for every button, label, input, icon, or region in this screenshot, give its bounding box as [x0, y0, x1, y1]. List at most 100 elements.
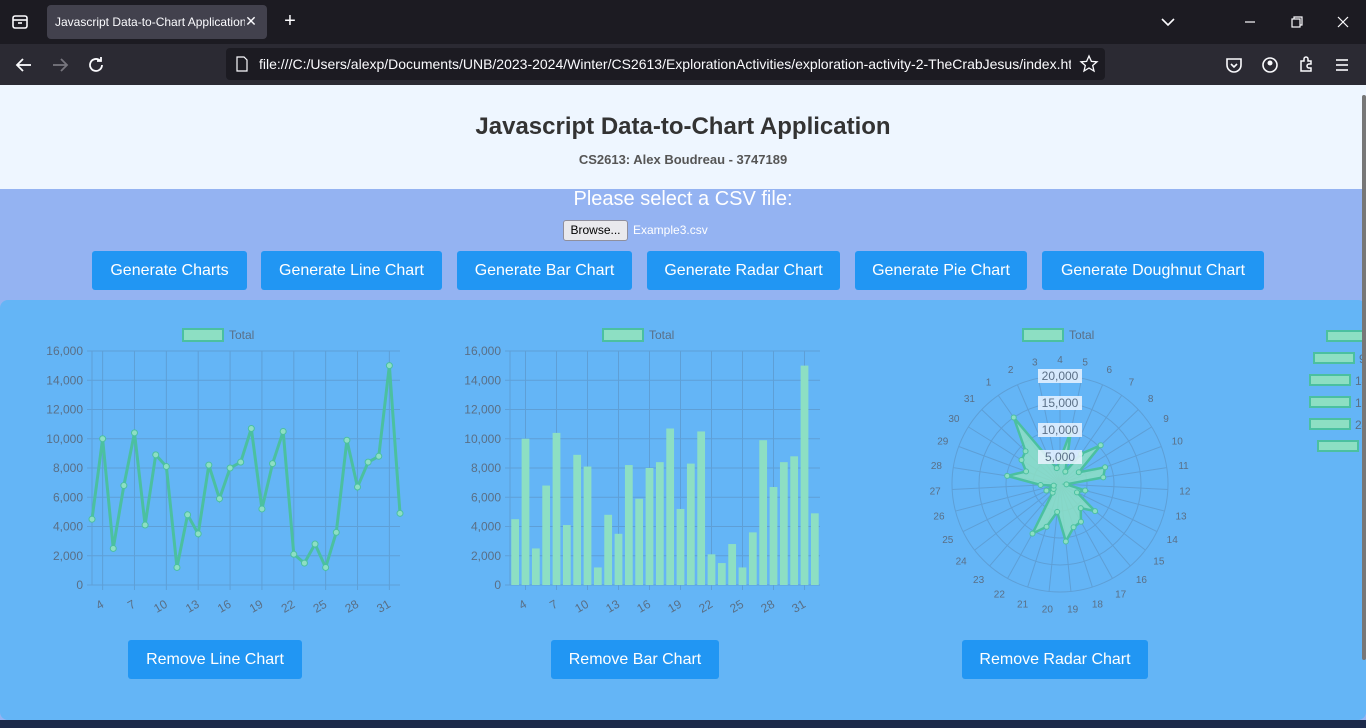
partial-chart-bar [1317, 440, 1359, 452]
list-all-tabs-icon[interactable] [1156, 10, 1180, 34]
line-chart-point [215, 495, 223, 503]
radar-point [1070, 524, 1077, 531]
line-chart-point [205, 461, 213, 469]
radar-point [1077, 505, 1084, 512]
generate-charts-button[interactable]: Generate Charts [92, 251, 247, 290]
generate-radar-chart-button[interactable]: Generate Radar Chart [647, 251, 840, 290]
line-chart-x-tick-label: 4 [93, 597, 106, 613]
bar-chart-bar [552, 432, 561, 585]
generate-bar-chart-button[interactable]: Generate Bar Chart [457, 251, 632, 290]
url-bar[interactable]: file:///C:/Users/alexp/Documents/UNB/202… [226, 48, 1105, 80]
line-chart-y-tick-label: 6,000 [53, 490, 83, 504]
tab-title: Javascript Data-to-Chart Application [55, 15, 245, 29]
bar-chart-bar [511, 519, 520, 585]
account-icon[interactable] [1258, 53, 1282, 77]
close-window-icon[interactable] [1331, 10, 1355, 34]
bar-chart-bar [759, 440, 768, 585]
taskbar [0, 720, 1366, 728]
line-chart-x-tick-label: 7 [125, 597, 138, 613]
bar-chart-bar [583, 466, 592, 585]
line-chart-y-tick-label: 10,000 [46, 432, 83, 446]
forward-icon[interactable] [48, 53, 72, 77]
line-chart-x-tick-label: 25 [311, 597, 330, 616]
charts-canvas: Total02,0004,0006,0008,00010,00012,00014… [46, 328, 1366, 616]
line-chart-y-tick-label: 12,000 [46, 403, 83, 417]
selected-file-name: Example3.csv [633, 223, 708, 237]
radar-point [1082, 487, 1089, 494]
line-chart-point [247, 425, 255, 433]
line-chart-point [99, 435, 107, 443]
radar-axis-label: 18 [1092, 599, 1104, 610]
close-tab-icon[interactable]: ✕ [243, 13, 259, 29]
generate-line-chart-button[interactable]: Generate Line Chart [261, 251, 442, 290]
line-chart-point [385, 362, 393, 370]
tab-bar: Javascript Data-to-Chart Application ✕ + [0, 0, 1366, 44]
extensions-icon[interactable] [1294, 53, 1318, 77]
remove-bar-chart-button[interactable]: Remove Bar Chart [551, 640, 719, 679]
radar-point [1053, 465, 1060, 472]
line-chart-point [343, 436, 351, 444]
file-select-label: Please select a CSV file: [573, 188, 793, 210]
bar-chart-bar [810, 513, 819, 585]
line-chart-x-tick-label: 28 [342, 597, 361, 616]
page-scrollbar[interactable] [1362, 95, 1366, 660]
radar-axis-label: 7 [1129, 377, 1135, 388]
pocket-icon[interactable] [1222, 53, 1246, 77]
generate-doughnut-chart-button[interactable]: Generate Doughnut Chart [1042, 251, 1264, 290]
line-chart-point [184, 511, 192, 519]
bar-chart-bar [790, 456, 799, 585]
generate-pie-chart-button[interactable]: Generate Pie Chart [855, 251, 1027, 290]
radar-tick-label: 15,000 [1042, 396, 1079, 410]
radar-axis-label: 9 [1163, 414, 1169, 425]
radar-axis-label: 10 [1172, 437, 1184, 448]
remove-line-chart-button[interactable]: Remove Line Chart [128, 640, 302, 679]
menu-icon[interactable] [1330, 53, 1354, 77]
radar-axis-label: 28 [931, 461, 943, 472]
radar-axis-label: 25 [942, 535, 954, 546]
line-chart-point [332, 528, 340, 536]
bar-chart-y-tick-label: 2,000 [471, 549, 501, 563]
legend-swatch [1022, 328, 1064, 342]
radar-point [1043, 487, 1050, 494]
tab-list-icon[interactable] [8, 10, 32, 34]
legend-label: Total [229, 328, 254, 342]
reload-icon[interactable] [84, 53, 108, 77]
bar-chart-bar [624, 465, 633, 585]
bar-chart-bar [635, 498, 644, 585]
line-chart-point [279, 427, 287, 435]
radar-point [1062, 468, 1069, 475]
radar-point [1043, 523, 1050, 530]
partial-chart-bar [1309, 418, 1351, 430]
bar-chart-y-tick-label: 14,000 [464, 373, 501, 387]
browser-tab[interactable]: Javascript Data-to-Chart Application ✕ [47, 5, 267, 39]
legend-swatch [602, 328, 644, 342]
radar-point [1097, 442, 1104, 449]
bar-chart-bar [728, 544, 737, 585]
radar-axis-label: 17 [1115, 589, 1127, 600]
legend-label: Total [649, 328, 674, 342]
bar-chart-x-tick-label: 31 [789, 597, 808, 616]
browse-button[interactable]: Browse... [563, 220, 628, 241]
bar-chart-bar [717, 563, 726, 585]
radar-point [1054, 508, 1061, 515]
bar-chart-y-tick-label: 10,000 [464, 432, 501, 446]
line-chart-x-tick-label: 31 [374, 597, 393, 616]
back-icon[interactable] [12, 53, 36, 77]
remove-radar-chart-button[interactable]: Remove Radar Chart [962, 640, 1148, 679]
bar-chart-bar [593, 567, 602, 585]
bookmark-star-icon[interactable] [1079, 54, 1099, 74]
url-text[interactable]: file:///C:/Users/alexp/Documents/UNB/202… [259, 56, 1071, 72]
radar-axis-label: 2 [1008, 365, 1014, 376]
bar-chart-bar [542, 485, 551, 585]
bar-chart-bar [800, 365, 809, 585]
bar-chart-y-tick-label: 8,000 [471, 461, 501, 475]
line-chart-point [162, 463, 170, 471]
radar-axis-label: 29 [937, 437, 949, 448]
radar-axis-label: 20 [1042, 604, 1054, 615]
restore-icon[interactable] [1285, 10, 1309, 34]
new-tab-icon[interactable]: + [280, 10, 300, 34]
line-chart-point [322, 563, 330, 571]
line-chart-x-tick-label: 10 [151, 597, 170, 616]
charts-panel: Total 0 2,000 4,000 6,000 8,000 10,000 12,000 14… [0, 300, 1366, 720]
minimize-icon[interactable] [1238, 10, 1262, 34]
